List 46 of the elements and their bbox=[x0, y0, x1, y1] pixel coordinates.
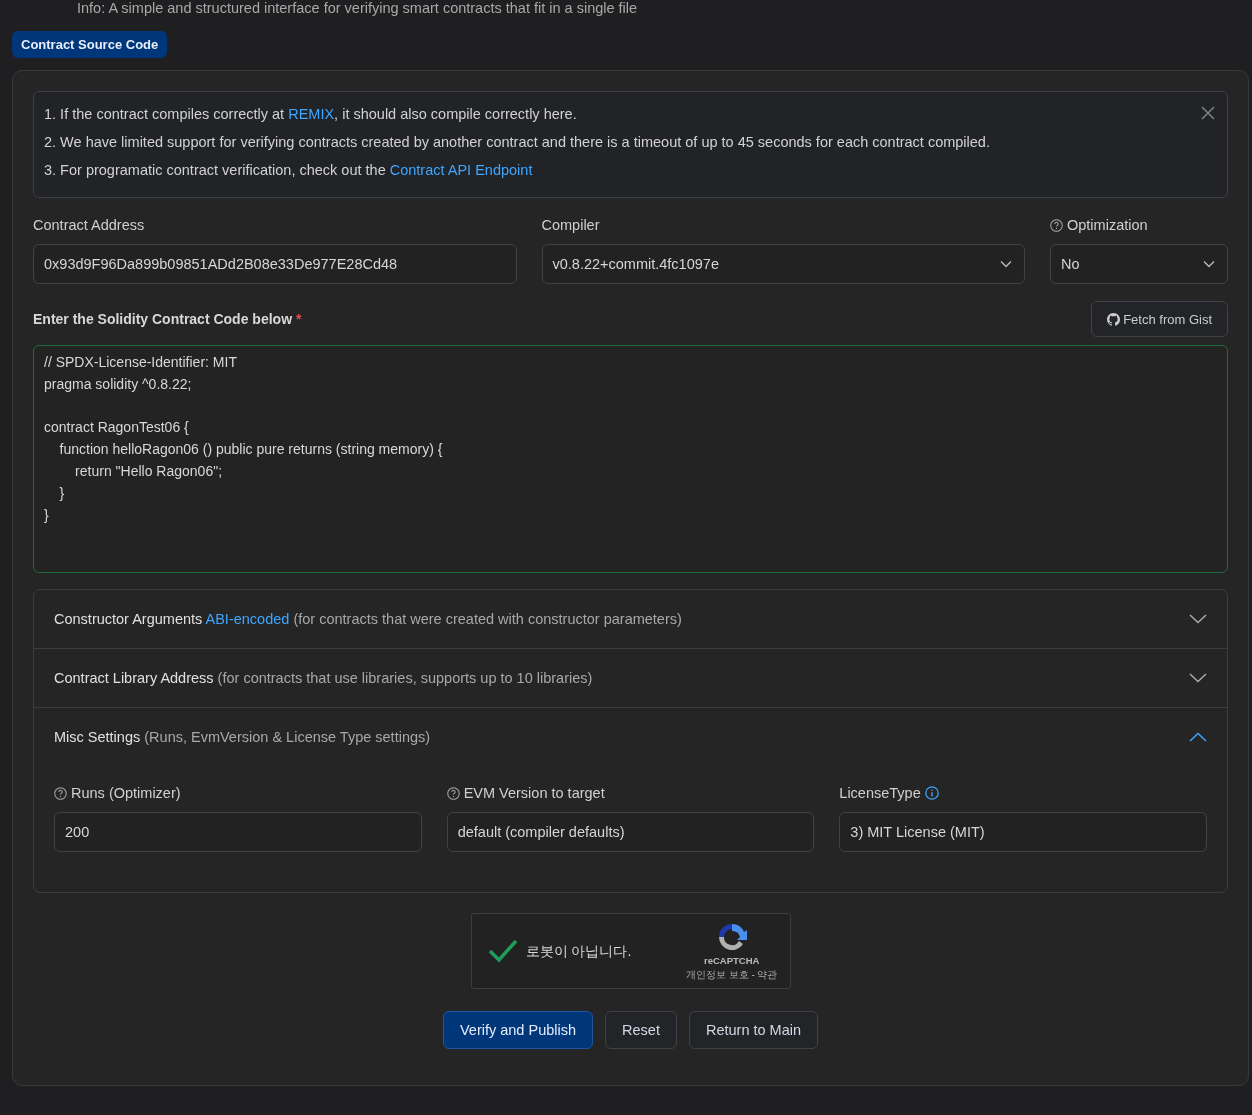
submit-button[interactable]: Verify and Publish bbox=[442, 1011, 594, 1049]
github-icon bbox=[1107, 312, 1121, 326]
section-title[interactable]: Constructor Arguments bbox=[54, 611, 203, 627]
chevron-down-icon[interactable] bbox=[1189, 673, 1207, 683]
select-field[interactable]: No bbox=[1050, 244, 1228, 284]
input-field[interactable]: 0x93d9F96Da899b09851ADd2B08e33De977E28Cd48 bbox=[33, 244, 517, 284]
code-editor[interactable]: // SPDX-License-Identifier: MIT pragma solidity ^0.8.22; contract RagonTest06 { function helloRagon06 () public pure returns (string memory) { return "Hello Ragon06"; } } bbox=[33, 345, 1228, 573]
button[interactable]: Return to Main bbox=[688, 1011, 819, 1049]
captcha-label: 로봇이 아닙니다. bbox=[525, 943, 633, 961]
field-label: LicenseType bbox=[839, 785, 921, 801]
field-label: Compiler bbox=[541, 217, 600, 233]
link[interactable]: Contract API Endpoint bbox=[389, 162, 533, 178]
field-label: EVM Version to target bbox=[463, 785, 605, 801]
select-field[interactable]: v0.8.22+commit.4fc1097e bbox=[541, 244, 1025, 284]
section-note: (for contracts that were created with constructor parameters) bbox=[293, 611, 682, 627]
chevron-up-icon[interactable] bbox=[1189, 732, 1207, 742]
notice-line: 3. For programatic contract verification, check out the Contract API Endpoint bbox=[44, 162, 534, 179]
help-icon[interactable] bbox=[446, 786, 460, 800]
field-label: Optimization bbox=[1067, 217, 1148, 233]
field-label: Enter the Solidity Contract Code below * bbox=[33, 311, 302, 327]
info-text: Info: A simple and structured interface for verifying smart contracts that fit in a single file bbox=[77, 0, 639, 17]
link[interactable]: ABI-encoded bbox=[205, 611, 290, 627]
help-icon[interactable] bbox=[54, 786, 67, 800]
input-field[interactable]: 3) MIT License (MIT) bbox=[839, 812, 1207, 852]
notice-line: 2. We have limited support for verifying contracts created by another contract and there is a timeout of up to 45 seconds for each contract compiled. bbox=[44, 134, 991, 151]
checkmark-icon[interactable] bbox=[487, 939, 518, 963]
section-title[interactable]: Misc Settings bbox=[54, 729, 141, 745]
info-icon[interactable] bbox=[924, 786, 939, 800]
chevron-down-icon bbox=[1203, 260, 1215, 268]
chevron-down-icon bbox=[1000, 260, 1012, 268]
fetch-button[interactable]: Fetch from Gist bbox=[1091, 301, 1228, 337]
notice-line: 1. If the contract compiles correctly at REMIX, it should also compile correctly here. bbox=[44, 106, 578, 123]
chevron-down-icon[interactable] bbox=[1189, 614, 1207, 624]
tab[interactable]: Contract Source Code bbox=[12, 31, 168, 58]
input-field[interactable]: 200 bbox=[54, 812, 422, 852]
section-note: (Runs, EvmVersion & License Type settings) bbox=[144, 729, 431, 745]
captcha-terms-link[interactable]: 개인정보 보호 - 약관 bbox=[685, 967, 778, 982]
input-field[interactable]: default (compiler defaults) bbox=[446, 812, 815, 852]
help-icon[interactable] bbox=[1050, 218, 1063, 232]
captcha-brand: reCAPTCHA bbox=[703, 954, 760, 966]
close-icon[interactable] bbox=[1201, 106, 1215, 120]
section-title[interactable]: Contract Library Address bbox=[54, 670, 214, 686]
field-label: Contract Address bbox=[33, 217, 145, 233]
section-note: (for contracts that use libraries, supports up to 10 libraries) bbox=[217, 670, 593, 686]
button[interactable]: Reset bbox=[605, 1011, 677, 1049]
field-label: Runs (Optimizer) bbox=[71, 785, 181, 801]
